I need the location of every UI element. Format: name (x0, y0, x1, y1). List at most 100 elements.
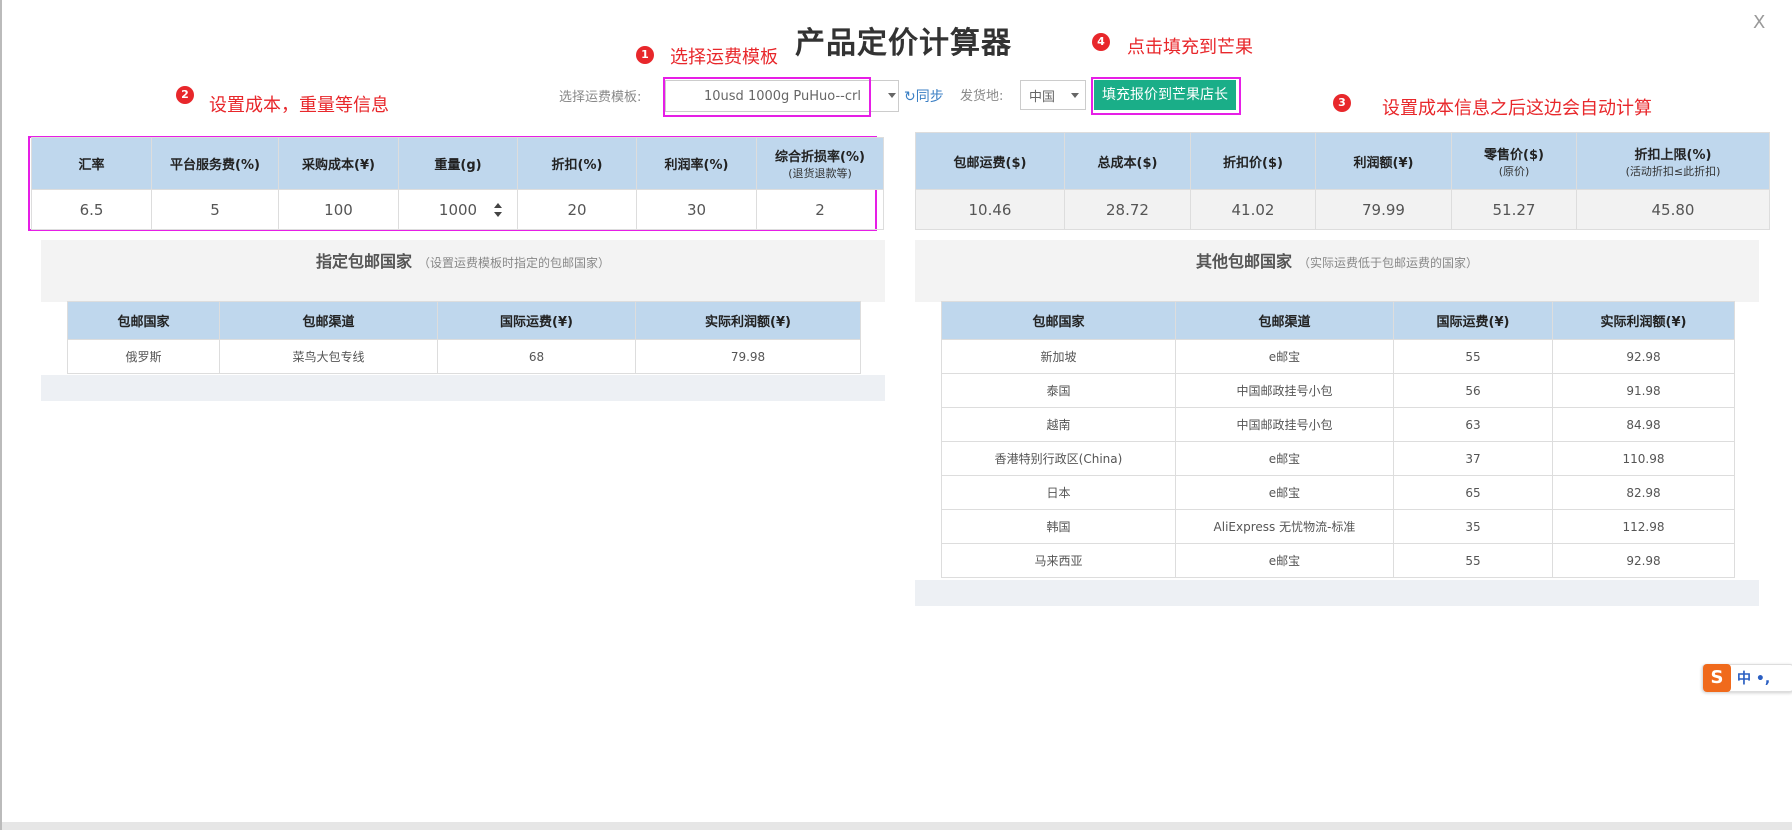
designated-panel-title: 指定包邮国家 （设置运费模板时指定的包邮国家） (41, 248, 885, 272)
header-channel: 包邮渠道 (219, 301, 438, 340)
cell-country: 马来西亚 (941, 543, 1176, 578)
weight-value: 1000 (438, 200, 478, 219)
annotation-3-badge: 3 (1333, 94, 1351, 112)
header-platform-fee: 平台服务费(%) (151, 137, 279, 190)
designated-note: （设置运费模板时指定的包邮国家） (418, 256, 611, 270)
purchase-cost-input[interactable]: 100 (278, 189, 399, 230)
cell-channel: AliExpress 无忧物流-标准 (1175, 509, 1394, 544)
profit-rate-input[interactable]: 30 (636, 189, 757, 230)
cell-country: 新加坡 (941, 339, 1176, 374)
discount-input[interactable]: 20 (517, 189, 637, 230)
input-table: 汇率 平台服务费(%) 采购成本(¥) 重量(g) 折扣(%) 利润率(%) 综… (31, 137, 884, 230)
header-exchange-rate: 汇率 (31, 137, 152, 190)
close-button[interactable]: X (1753, 12, 1765, 33)
header-discount-price: 折扣价($) (1190, 132, 1316, 190)
header-profit-rate: 利润率(%) (636, 137, 757, 190)
cell-profit: 92.98 (1552, 543, 1735, 578)
designated-title: 指定包邮国家 (315, 252, 412, 271)
chevron-down-icon (1071, 93, 1079, 98)
header-country: 包邮国家 (941, 301, 1176, 340)
cell-country: 香港特别行政区(China) (941, 441, 1176, 476)
cell-channel: e邮宝 (1175, 339, 1394, 374)
cell-profit: 82.98 (1552, 475, 1735, 510)
cell-channel: 中国邮政挂号小包 (1175, 373, 1394, 408)
cell-country: 越南 (941, 407, 1176, 442)
table-row: 俄罗斯 菜鸟大包专线 68 79.98 (67, 339, 861, 374)
cell-freight: 55 (1393, 543, 1553, 578)
cell-profit: 84.98 (1552, 407, 1735, 442)
profit-amount-value: 79.99 (1315, 189, 1452, 230)
others-panel-header: 其他包邮国家 （实际运费低于包邮运费的国家） (915, 240, 1759, 302)
header-profit-amount: 利润额(¥) (1315, 132, 1452, 190)
cell-freight: 35 (1393, 509, 1553, 544)
background-taskbar-strip (2, 822, 1792, 830)
cell-channel: 中国邮政挂号小包 (1175, 407, 1394, 442)
cell-freight: 56 (1393, 373, 1553, 408)
annotation-4-badge: 4 (1092, 33, 1110, 51)
ship-from-label: 发货地: (960, 89, 1004, 104)
others-note: （实际运费低于包邮运费的国家） (1298, 256, 1479, 270)
fill-quote-button[interactable]: 填充报价到芒果店长 (1094, 80, 1236, 110)
annotation-3-text: 设置成本信息之后这边会自动计算 (1382, 98, 1652, 119)
header-intl-freight: 国际运费(¥) (437, 301, 636, 340)
shipping-fee-value: 10.46 (915, 189, 1065, 230)
cell-country: 泰国 (941, 373, 1176, 408)
sync-button[interactable]: ↻同步 (904, 86, 944, 106)
cell-profit: 79.98 (635, 339, 861, 374)
designated-panel-footer (41, 375, 885, 401)
header-retail-price: 零售价($) (原价) (1451, 132, 1577, 190)
header-channel: 包邮渠道 (1175, 301, 1394, 340)
template-select[interactable]: 10usd 1000g PuHuo--crl (665, 80, 899, 112)
annotation-2-text: 设置成本，重量等信息 (209, 95, 389, 116)
annotation-1-badge: 1 (636, 46, 654, 64)
platform-fee-input[interactable]: 5 (151, 189, 279, 230)
table-row: 马来西亚 e邮宝 55 92.98 (941, 543, 1735, 578)
weight-input[interactable]: 1000 (398, 189, 518, 230)
table-row: 香港特别行政区(China) e邮宝 37 110.98 (941, 441, 1735, 476)
cell-freight: 68 (437, 339, 636, 374)
others-title: 其他包邮国家 (1195, 252, 1292, 271)
others-table: 包邮国家 包邮渠道 国际运费(¥) 实际利润额(¥) 新加坡 e邮宝 55 92.98… (941, 301, 1735, 578)
cell-freight: 55 (1393, 339, 1553, 374)
ship-from-value: 中国 (1029, 89, 1056, 105)
loss-rate-input[interactable]: 2 (756, 189, 884, 230)
designated-table: 包邮国家 包邮渠道 国际运费(¥) 实际利润额(¥) 俄罗斯 菜鸟大包专线 68… (67, 301, 861, 374)
retail-price-value: 51.27 (1451, 189, 1577, 230)
template-label: 选择运费模板: (559, 90, 642, 105)
cell-channel: e邮宝 (1175, 543, 1394, 578)
table-row: 韩国 AliExpress 无忧物流-标准 35 112.98 (941, 509, 1735, 544)
cell-channel: e邮宝 (1175, 475, 1394, 510)
header-actual-profit: 实际利润额(¥) (635, 301, 861, 340)
cell-freight: 37 (1393, 441, 1553, 476)
cell-profit: 91.98 (1552, 373, 1735, 408)
discount-limit-value: 45.80 (1576, 189, 1770, 230)
header-discount: 折扣(%) (517, 137, 637, 190)
others-panel-title: 其他包邮国家 （实际运费低于包邮运费的国家） (915, 248, 1759, 272)
table-row: 越南 中国邮政挂号小包 63 84.98 (941, 407, 1735, 442)
header-intl-freight: 国际运费(¥) (1393, 301, 1553, 340)
header-total-cost: 总成本($) (1064, 132, 1191, 190)
others-panel-footer (915, 580, 1759, 606)
header-loss-rate-label: 综合折损率(%) (775, 150, 865, 165)
header-shipping-fee: 包邮运费($) (915, 132, 1065, 190)
header-discount-limit-label: 折扣上限(%) (1634, 147, 1712, 163)
header-purchase-cost: 采购成本(¥) (278, 137, 399, 190)
header-actual-profit: 实际利润额(¥) (1552, 301, 1735, 340)
header-retail-price-label: 零售价($) (1484, 147, 1544, 163)
ime-status: 中 •, (1737, 671, 1771, 687)
cell-freight: 63 (1393, 407, 1553, 442)
ime-toolbar[interactable]: S 中 •, (1702, 664, 1792, 692)
chevron-down-icon (888, 93, 896, 98)
stepper-icon[interactable] (494, 203, 503, 217)
table-row: 新加坡 e邮宝 55 92.98 (941, 339, 1735, 374)
discount-price-value: 41.02 (1190, 189, 1316, 230)
cell-country: 韩国 (941, 509, 1176, 544)
header-loss-rate-sub: (退货退款等) (788, 167, 852, 180)
pricing-calculator-dialog: 产品定价计算器 X 1 选择运费模板 2 设置成本，重量等信息 3 设置成本信息… (0, 0, 1792, 830)
cell-profit: 110.98 (1552, 441, 1735, 476)
header-loss-rate: 综合折损率(%) (退货退款等) (756, 137, 884, 190)
exchange-rate-input[interactable]: 6.5 (31, 189, 152, 230)
table-row: 泰国 中国邮政挂号小包 56 91.98 (941, 373, 1735, 408)
header-weight: 重量(g) (398, 137, 518, 190)
annotation-2-badge: 2 (176, 86, 194, 104)
